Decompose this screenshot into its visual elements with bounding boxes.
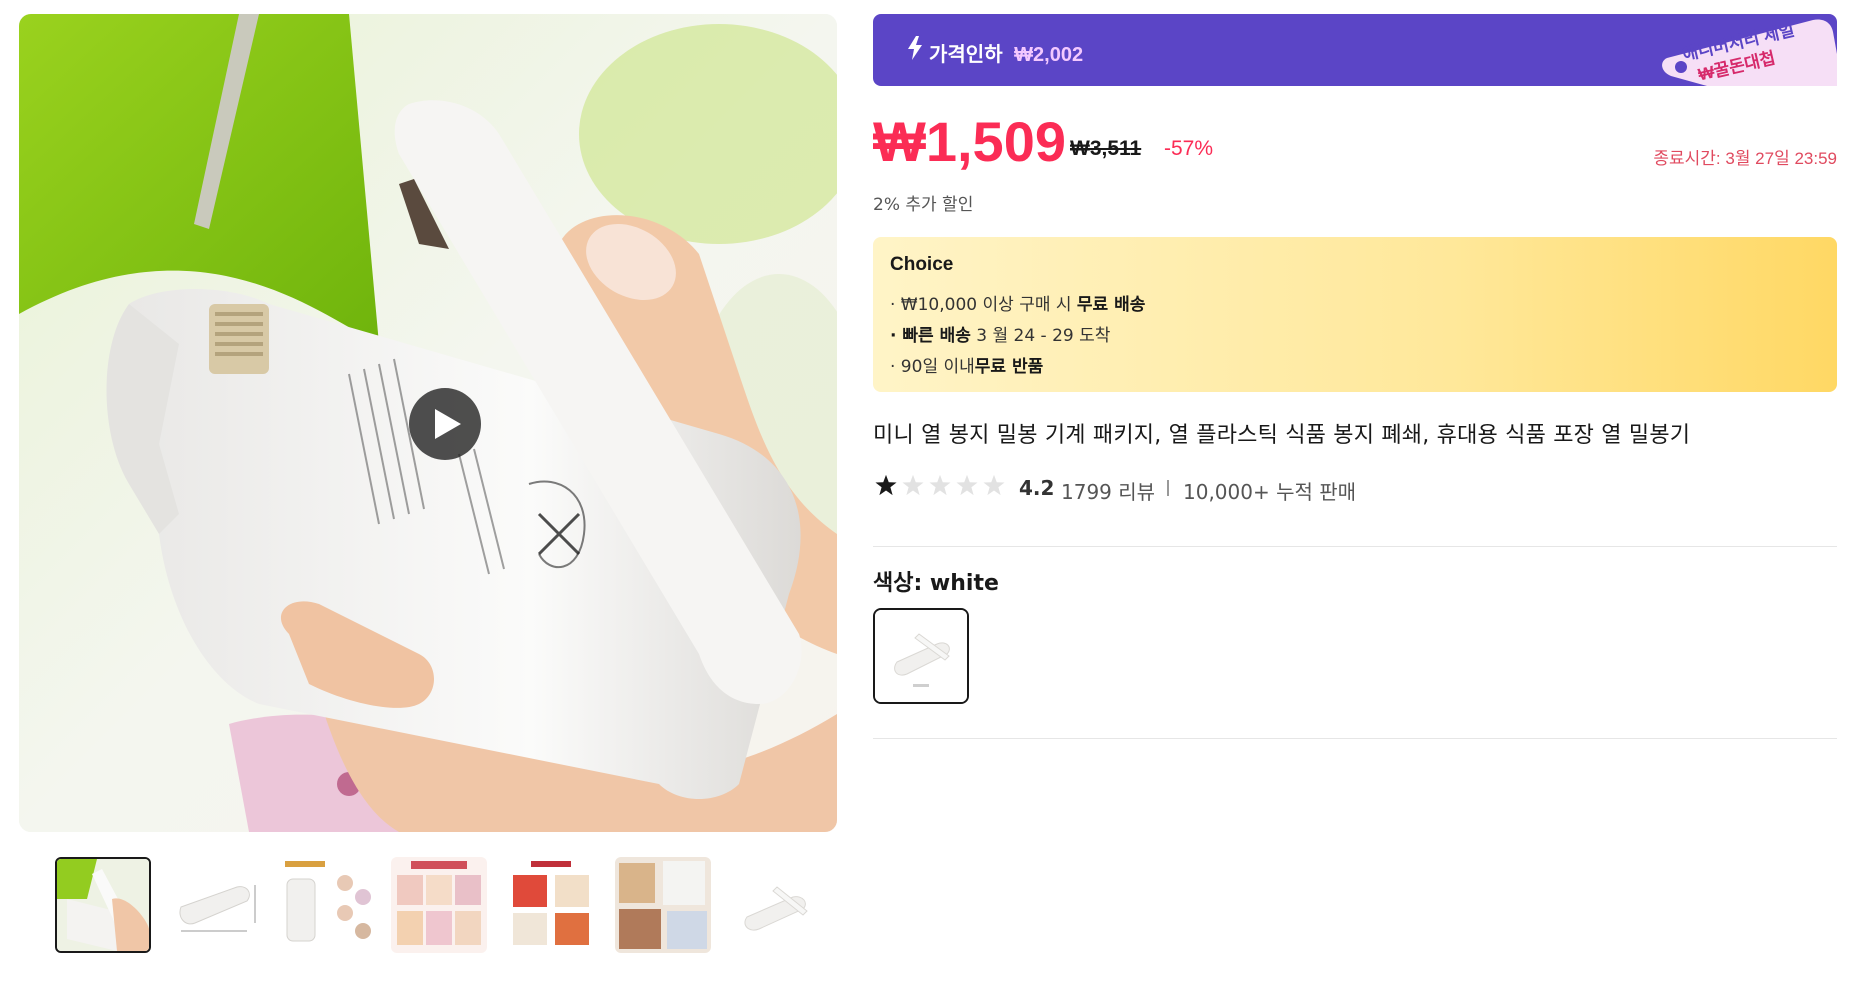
thumbnail-6[interactable] bbox=[615, 857, 711, 953]
rating-value: 4.2 bbox=[1019, 476, 1055, 500]
color-swatch-white[interactable] bbox=[873, 608, 969, 704]
fast-delivery-dates: 3 월 24 - 29 도착 bbox=[970, 326, 1111, 346]
free-returns-label: 무료 반품 bbox=[974, 357, 1044, 377]
price-drop-label: 가격인하 bbox=[929, 44, 1003, 66]
photo-sealer-dimensions-icon bbox=[167, 857, 263, 953]
main-product-image[interactable] bbox=[19, 14, 837, 832]
thumbnail-2[interactable] bbox=[167, 857, 263, 953]
product-title: 미니 열 봉지 밀봉 기계 패키지, 열 플라스틱 식품 봉지 폐쇄, 휴대용 … bbox=[873, 423, 1691, 448]
star-empty-5 bbox=[983, 474, 1005, 496]
sales-count: 10,000+ 누적 판매 bbox=[1183, 480, 1357, 504]
divider bbox=[873, 738, 1837, 739]
divider bbox=[873, 546, 1837, 547]
star-rating-icon bbox=[875, 474, 1005, 496]
free-returns-period: · 90일 이내 bbox=[890, 357, 975, 377]
current-price: ₩1,509 bbox=[873, 110, 1066, 173]
fast-delivery-line: · 빠른 배송 3 월 24 - 29 도착 bbox=[890, 321, 1110, 346]
lightning-bolt-icon bbox=[908, 36, 922, 60]
photo-how-to-use-icon bbox=[279, 857, 375, 953]
thumbnail-7[interactable] bbox=[727, 857, 823, 953]
star-empty-2 bbox=[902, 474, 924, 496]
thumbnail-1[interactable] bbox=[55, 857, 151, 953]
photo-sealer-in-hand-icon bbox=[57, 859, 149, 951]
price-drop-text: 가격인하 ₩2,002 bbox=[929, 38, 1083, 67]
free-shipping-label: 무료 배송 bbox=[1076, 295, 1146, 315]
photo-effect-display-icon bbox=[503, 857, 599, 953]
price-drop-amount: ₩2,002 bbox=[1014, 44, 1084, 66]
choice-title: Choice bbox=[890, 254, 954, 275]
star-empty-4 bbox=[956, 474, 978, 496]
thumbnail-5[interactable] bbox=[503, 857, 599, 953]
rating-row[interactable]: 4.2 1799 리뷰 10,000+ 누적 판매 bbox=[873, 472, 1837, 505]
free-shipping-line: · ₩10,000 이상 구매 시 무료 배송 bbox=[890, 290, 1145, 315]
separator bbox=[1167, 480, 1169, 496]
free-returns-line: · 90일 이내무료 반품 bbox=[890, 352, 1043, 377]
free-shipping-condition: · ₩10,000 이상 구매 시 bbox=[890, 295, 1077, 315]
original-price: ₩3,511 bbox=[1070, 137, 1142, 160]
thumbnail-4[interactable] bbox=[391, 857, 487, 953]
extra-discount: 2% 추가 할인 bbox=[873, 195, 974, 215]
review-count-link[interactable]: 1799 리뷰 bbox=[1061, 476, 1155, 505]
discount-percent: -57% bbox=[1164, 137, 1214, 160]
photo-food-bags-icon bbox=[615, 857, 711, 953]
color-option-label: 색상: white bbox=[873, 571, 999, 596]
play-icon bbox=[435, 409, 461, 439]
fast-delivery-label: · 빠른 배송 bbox=[890, 326, 971, 346]
price-drop-banner: 가격인하 ₩2,002 애니버서리 세일 ₩꿀돈대첩 bbox=[873, 14, 1837, 86]
star-filled-1 bbox=[875, 474, 897, 496]
choice-benefits-box[interactable]: Choice · ₩10,000 이상 구매 시 무료 배송 · 빠른 배송 3… bbox=[873, 237, 1837, 392]
sale-end-time: 종료시간: 3월 27일 23:59 bbox=[1653, 149, 1837, 168]
photo-steps-for-usage-icon bbox=[391, 857, 487, 953]
anniversary-sale-badge[interactable]: 애니버서리 세일 ₩꿀돈대첩 bbox=[1637, 14, 1837, 86]
thumbnail-3[interactable] bbox=[279, 857, 375, 953]
photo-sealer-white-icon bbox=[727, 857, 823, 953]
white-sealer-swatch-icon bbox=[875, 610, 967, 702]
star-empty-3 bbox=[929, 474, 951, 496]
play-video-button[interactable] bbox=[409, 388, 481, 460]
